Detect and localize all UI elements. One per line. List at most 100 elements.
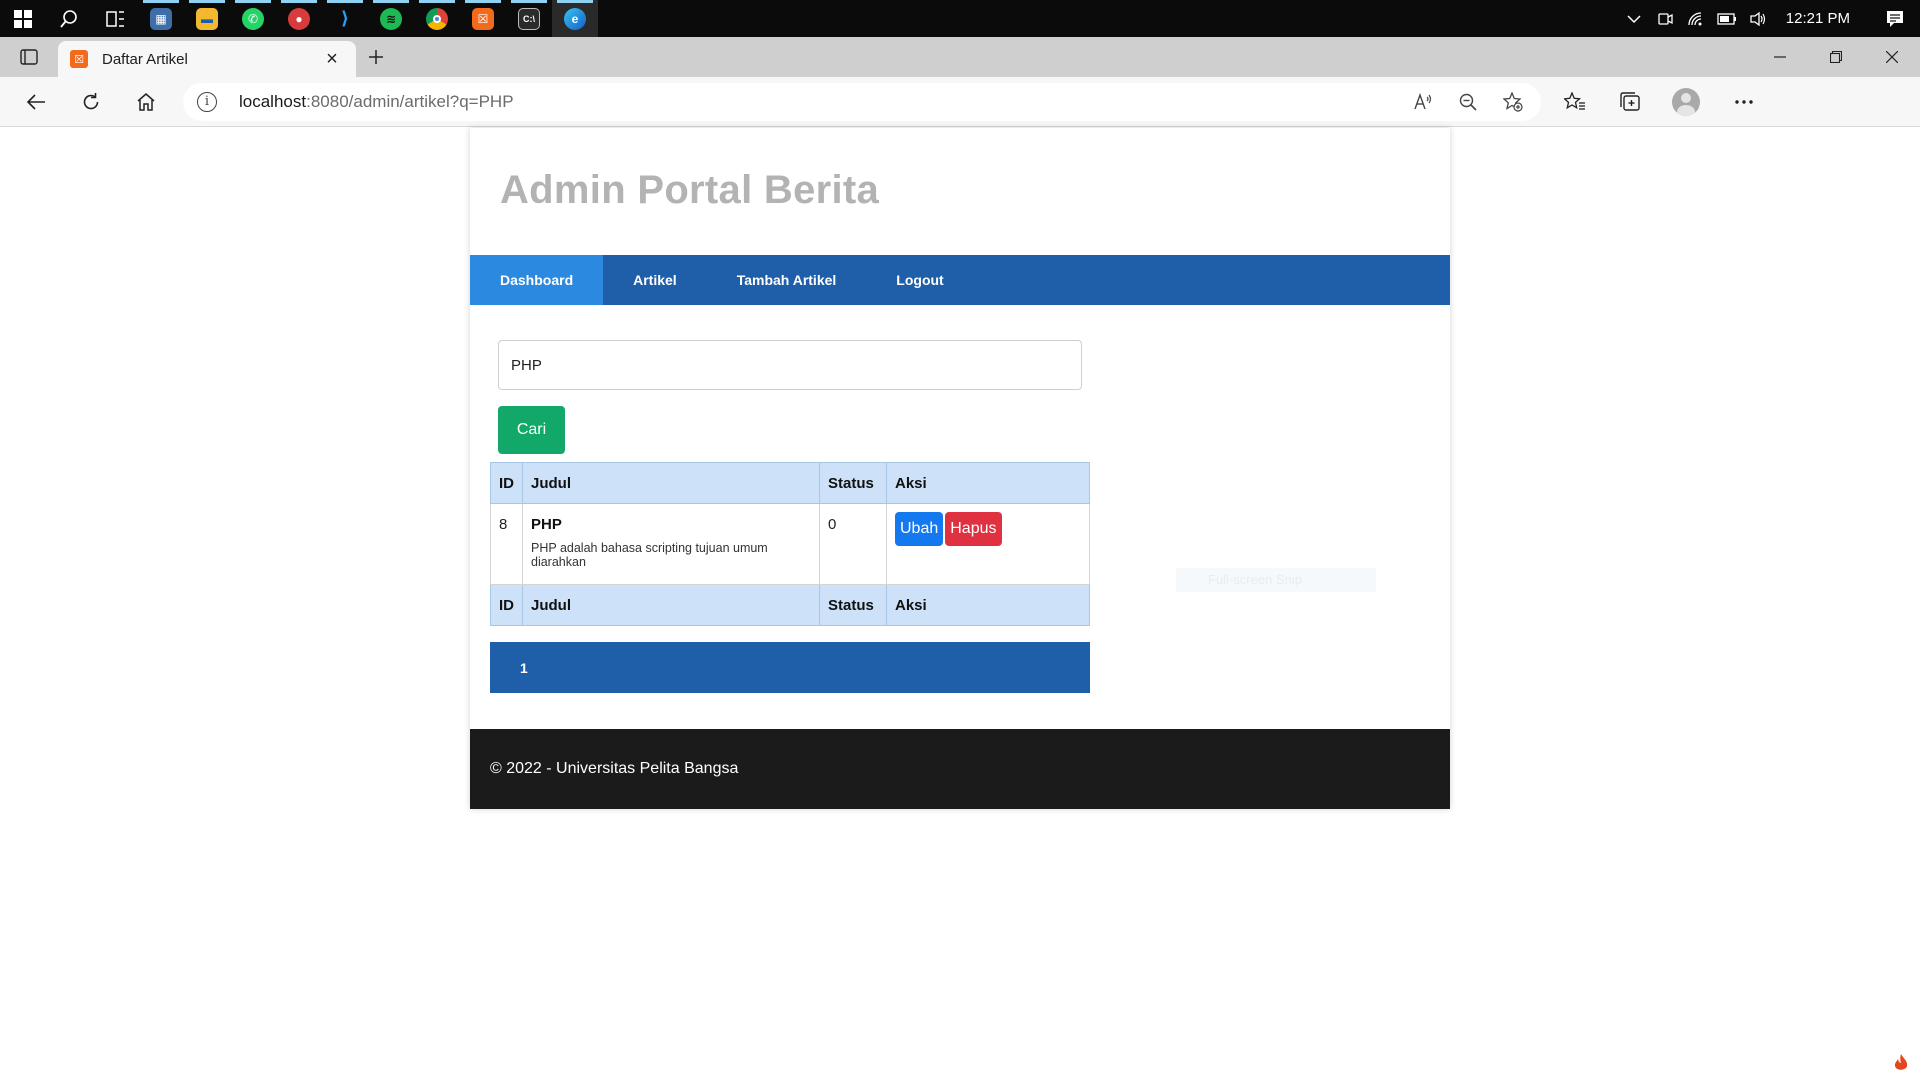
article-title: PHP	[531, 516, 562, 533]
search-input[interactable]	[498, 340, 1082, 390]
folder-icon: ▬	[196, 7, 218, 30]
url-text[interactable]: localhost:8080/admin/artikel?q=PHP	[239, 92, 1400, 112]
wifi-icon[interactable]	[1681, 0, 1712, 37]
vscode-icon: ⟩	[334, 7, 356, 30]
site-info-icon[interactable]: i	[197, 91, 217, 112]
article-table: ID Judul Status Aksi 8 PHP PHP adalah ba…	[490, 462, 1090, 626]
chevron-up-icon[interactable]	[1619, 0, 1650, 37]
page-container: Admin Portal Berita Dashboard Artikel Ta…	[470, 128, 1450, 809]
page-viewport: Admin Portal Berita Dashboard Artikel Ta…	[0, 128, 1920, 1080]
close-icon	[1886, 51, 1898, 63]
taskbar-clock[interactable]: 12:21 PM	[1774, 10, 1870, 27]
tab-title: Daftar Artikel	[102, 50, 188, 68]
site-header: Admin Portal Berita	[470, 128, 1450, 255]
close-tab-icon[interactable]: ×	[320, 49, 344, 69]
star-add-icon	[1502, 91, 1523, 112]
col-aksi-footer: Aksi	[886, 584, 1090, 626]
snip-overlay-label: Full-screen Snip	[1176, 568, 1376, 592]
nav-tambah-artikel[interactable]: Tambah Artikel	[707, 255, 867, 305]
page-link-1[interactable]: 1	[520, 660, 528, 676]
home-icon	[137, 92, 154, 111]
edit-button[interactable]: Ubah	[895, 512, 944, 546]
action-center-button[interactable]	[1870, 0, 1920, 37]
browser-extra-tools	[1547, 77, 1773, 127]
taskbar-vscode[interactable]: ⟩	[322, 0, 368, 37]
browser-toolbar: i localhost:8080/admin/artikel?q=PHP	[0, 77, 1920, 127]
table-footer-row: ID Judul Status Aksi	[490, 584, 1090, 626]
address-bar[interactable]: i localhost:8080/admin/artikel?q=PHP	[183, 82, 1541, 121]
main-nav: Dashboard Artikel Tambah Artikel Logout	[470, 255, 1450, 305]
photos-icon: ▦	[150, 7, 172, 30]
whatsapp-icon: ✆	[242, 7, 264, 30]
address-bar-tools	[1400, 83, 1535, 121]
taskbar-file-explorer[interactable]: ▬	[184, 0, 230, 37]
taskbar-chrome[interactable]	[414, 0, 460, 37]
read-aloud-button[interactable]	[1400, 83, 1445, 121]
url-host: localhost	[239, 91, 307, 111]
xampp-favicon-icon: ☒	[70, 50, 88, 68]
task-view-icon	[106, 10, 124, 27]
table-row: 8 PHP PHP adalah bahasa scripting tujuan…	[490, 503, 1090, 585]
new-tab-button[interactable]	[356, 37, 396, 77]
col-status-header: Status	[819, 462, 887, 504]
profile-button[interactable]	[1657, 77, 1715, 127]
zoom-out-icon	[1459, 93, 1477, 111]
taskbar-photos[interactable]: ▦	[138, 0, 184, 37]
read-aloud-icon	[1413, 92, 1431, 109]
home-button[interactable]	[118, 77, 173, 127]
system-tray: 12:21 PM	[1619, 0, 1920, 37]
edge-icon: e	[564, 7, 586, 30]
url-path: :8080/admin/artikel?q=PHP	[306, 91, 514, 111]
close-window-button[interactable]	[1864, 37, 1920, 77]
settings-more-button[interactable]	[1715, 77, 1773, 127]
windows-icon	[14, 9, 32, 28]
collections-button[interactable]	[1602, 77, 1657, 127]
restore-icon	[1830, 51, 1842, 63]
start-button[interactable]	[0, 0, 46, 37]
avatar	[1672, 87, 1700, 116]
search-icon	[60, 9, 77, 28]
back-button[interactable]	[8, 77, 63, 127]
taskbar-terminal[interactable]: C:\	[506, 0, 552, 37]
browser-tabstrip: ☒ Daftar Artikel ×	[0, 37, 1920, 77]
taskbar-whatsapp[interactable]: ✆	[230, 0, 276, 37]
col-id-header: ID	[490, 462, 523, 504]
minimize-icon	[1774, 56, 1786, 58]
col-judul-header: Judul	[522, 462, 820, 504]
search-button[interactable]	[46, 0, 92, 37]
nav-logout[interactable]: Logout	[866, 255, 973, 305]
xampp-icon: ☒	[472, 7, 494, 30]
volume-icon[interactable]	[1743, 0, 1774, 37]
meet-now-icon[interactable]	[1650, 0, 1681, 37]
battery-icon[interactable]	[1712, 0, 1743, 37]
add-favorite-button[interactable]	[1490, 83, 1535, 121]
minimize-button[interactable]	[1752, 37, 1808, 77]
taskbar-rambox[interactable]: ●	[276, 0, 322, 37]
more-horizontal-icon	[1735, 99, 1753, 104]
taskbar-edge[interactable]: e	[552, 0, 598, 37]
taskbar-xampp[interactable]: ☒	[460, 0, 506, 37]
task-view-button[interactable]	[92, 0, 138, 37]
window-controls	[1752, 37, 1920, 77]
col-id-footer: ID	[490, 584, 523, 626]
cell-aksi: Ubah Hapus	[886, 503, 1090, 585]
taskbar-spotify[interactable]: ≋	[368, 0, 414, 37]
zoom-out-button[interactable]	[1445, 83, 1490, 121]
nav-dashboard[interactable]: Dashboard	[470, 255, 604, 305]
pagination: 1	[490, 642, 1090, 693]
tab-actions-icon	[20, 49, 38, 65]
favorites-button[interactable]	[1547, 77, 1602, 127]
site-title: Admin Portal Berita	[500, 168, 880, 212]
cell-judul: PHP PHP adalah bahasa scripting tujuan u…	[522, 503, 820, 585]
app-icon: ●	[288, 7, 310, 30]
favorites-icon	[1563, 91, 1585, 110]
flame-icon[interactable]	[1884, 1047, 1918, 1079]
tab-actions-button[interactable]	[0, 37, 58, 77]
tab-daftar-artikel[interactable]: ☒ Daftar Artikel ×	[58, 41, 356, 77]
refresh-button[interactable]	[63, 77, 118, 127]
delete-button[interactable]: Hapus	[945, 512, 1002, 546]
nav-artikel[interactable]: Artikel	[603, 255, 707, 305]
taskbar: ▦ ▬ ✆ ● ⟩ ≋ ☒ C:\ e 12:21 PM	[0, 0, 1920, 37]
restore-button[interactable]	[1808, 37, 1864, 77]
search-button[interactable]: Cari	[498, 406, 565, 454]
